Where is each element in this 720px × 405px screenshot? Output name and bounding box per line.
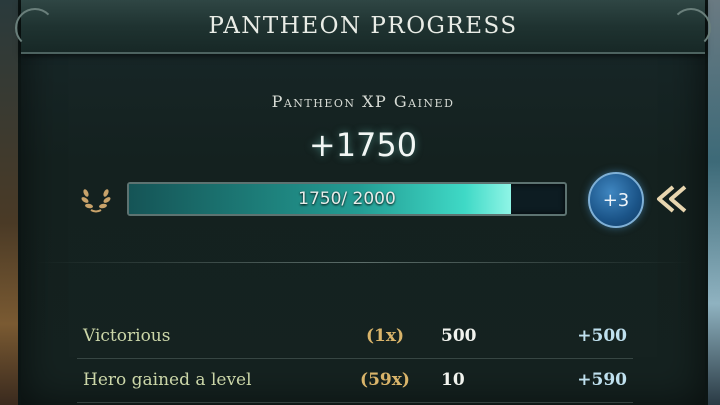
xp-progress-bar: 1750/ 2000: [127, 182, 567, 216]
panel-title: PANTHEON PROGRESS: [208, 13, 518, 39]
level-up-badge: +3: [588, 172, 644, 228]
xp-gained-label: Pantheon XP Gained: [271, 92, 455, 111]
row-multiplier: (59x): [360, 370, 410, 390]
title-bar: PANTHEON PROGRESS: [15, 0, 711, 54]
pantheon-progress-panel: PANTHEON PROGRESS Pantheon XP Gained +17…: [15, 0, 711, 405]
row-total: +500: [577, 326, 627, 346]
row-base-value: 10: [441, 370, 465, 390]
xp-gained-value: +1750: [308, 126, 418, 164]
section-divider: [35, 262, 691, 263]
row-multiplier: (1x): [365, 326, 405, 346]
row-base-value: 500: [441, 326, 477, 346]
row-label: Victorious: [83, 326, 171, 346]
reward-row-victorious: Victorious (1x) 500 +500: [77, 314, 633, 359]
row-label: Hero gained a level: [83, 370, 252, 390]
reward-row-hero-level: Hero gained a level (59x) 10 +590: [77, 358, 633, 403]
row-total: +590: [577, 370, 627, 390]
xp-progress-text: 1750/ 2000: [298, 189, 396, 209]
laurel-wreath-icon: [81, 189, 111, 213]
double-chevron-left-icon[interactable]: [653, 184, 689, 214]
